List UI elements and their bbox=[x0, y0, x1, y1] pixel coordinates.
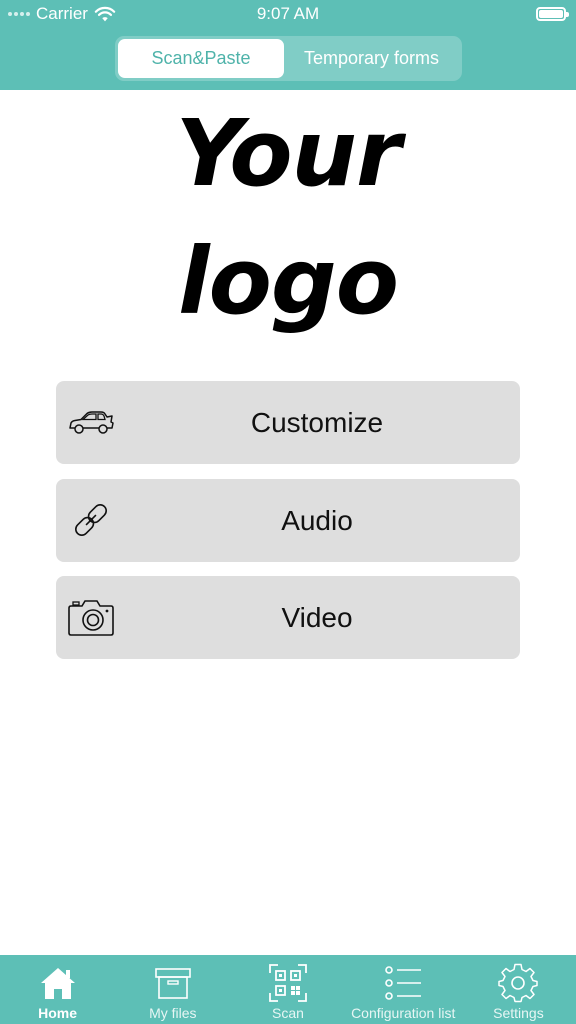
bottom-tab-bar: Home My files Scan Configuration list Se… bbox=[0, 955, 576, 1024]
tab-home-label: Home bbox=[38, 1005, 78, 1021]
audio-label: Audio bbox=[281, 505, 353, 536]
list-icon bbox=[385, 966, 422, 1000]
segmented-control: Scan&Paste Temporary forms bbox=[115, 36, 462, 81]
gear-icon bbox=[498, 963, 539, 1003]
tab-home[interactable]: Home bbox=[0, 955, 115, 1024]
audio-button[interactable]: Audio bbox=[56, 479, 520, 562]
tab-my-files[interactable]: My files bbox=[115, 955, 230, 1024]
customize-button[interactable]: Customize bbox=[56, 381, 520, 464]
video-label: Video bbox=[281, 602, 353, 633]
tab-scan-label: Scan bbox=[272, 1005, 304, 1021]
home-icon bbox=[40, 968, 75, 999]
tab-settings-label: Settings bbox=[493, 1005, 544, 1021]
top-header: Carrier 9:07 AM Scan&Paste Temporary for… bbox=[0, 0, 576, 90]
tab-settings[interactable]: Settings bbox=[461, 955, 576, 1024]
logo-line-1: Your bbox=[175, 100, 402, 207]
logo-line-2: logo bbox=[178, 228, 399, 335]
status-time: 9:07 AM bbox=[256, 4, 320, 23]
tab-my-files-label: My files bbox=[149, 1005, 197, 1021]
battery-icon bbox=[536, 7, 569, 21]
qr-scan-icon bbox=[269, 964, 307, 1002]
tab-configuration-list-label: Configuration list bbox=[351, 1005, 456, 1021]
segment-scan-paste[interactable]: Scan&Paste bbox=[118, 39, 284, 78]
tab-configuration-list[interactable]: Configuration list bbox=[346, 955, 461, 1024]
tab-scan[interactable]: Scan bbox=[230, 955, 345, 1024]
archive-box-icon bbox=[154, 968, 191, 999]
segment-temporary-forms[interactable]: Temporary forms bbox=[284, 39, 459, 78]
video-button[interactable]: Video bbox=[56, 576, 520, 659]
status-bar: Carrier 9:07 AM bbox=[0, 0, 576, 30]
customize-label: Customize bbox=[250, 407, 384, 438]
